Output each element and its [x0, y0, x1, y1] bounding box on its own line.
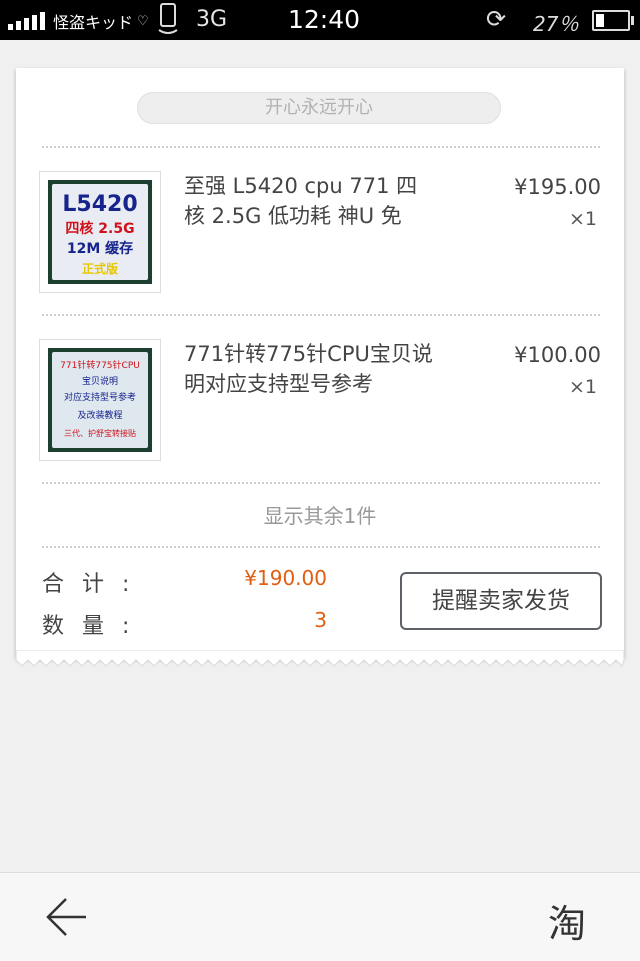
signal-icon — [8, 12, 48, 30]
total-label: 合计: — [42, 572, 148, 597]
arrow-left-icon[interactable] — [44, 895, 90, 939]
thumb-line: 771针转775针CPU — [60, 361, 140, 371]
shop-name[interactable]: 开心永远开心 — [137, 92, 501, 124]
item-title[interactable]: 771针转775针CPU宝贝说明对应支持型号参考 — [184, 339, 434, 399]
order-item[interactable]: 771针转775针CPU 宝贝说明 对应支持型号参考 及改装教程 三代、护舒宝转… — [16, 339, 624, 499]
count-label: 数量: — [42, 614, 148, 639]
item-price: ¥100.00 — [514, 343, 601, 367]
count-value: 3 — [314, 608, 327, 632]
carrier-name: 怪盗キッド — [53, 13, 134, 32]
clock: 12:40 — [288, 5, 361, 34]
thumb-line: 对应支持型号参考 — [63, 393, 136, 403]
item-price: ¥195.00 — [514, 175, 601, 199]
thumb-line: 12M 缓存 — [66, 241, 134, 257]
battery-percent: 27％ — [533, 12, 579, 36]
thumb-line: 三代、护舒宝转接贴 — [64, 429, 136, 438]
divider — [42, 146, 600, 148]
item-title[interactable]: 至强 L5420 cpu 771 四核 2.5G 低功耗 神U 免 — [184, 171, 434, 231]
thumb-line: 正式版 — [81, 262, 118, 276]
thumb-line: 及改装教程 — [77, 411, 123, 421]
order-item[interactable]: L5420 四核 2.5G 12M 缓存 正式版 至强 L5420 cpu 77… — [16, 171, 624, 331]
bottom-bar: 淘 — [0, 872, 640, 961]
product-thumbnail[interactable]: L5420 四核 2.5G 12M 缓存 正式版 — [39, 171, 161, 293]
network-type: 3G — [196, 7, 228, 32]
phone-icon — [155, 2, 181, 41]
product-thumbnail[interactable]: 771针转775针CPU 宝贝说明 对应支持型号参考 及改装教程 三代、护舒宝转… — [39, 339, 161, 461]
thumb-line: L5420 — [62, 192, 138, 217]
item-quantity: ×1 — [568, 376, 597, 398]
remind-seller-button[interactable]: 提醒卖家发货 — [400, 572, 602, 630]
order-card: 开心永远开心 L5420 四核 2.5G 12M 缓存 正式版 至强 L5420… — [16, 68, 624, 658]
taobao-icon[interactable]: 淘 — [548, 893, 586, 948]
heart-icon: ♡ — [137, 14, 149, 29]
divider — [42, 482, 600, 484]
total-value: ¥190.00 — [244, 566, 327, 590]
thumb-line: 四核 2.5G — [65, 221, 135, 237]
item-quantity: ×1 — [568, 208, 597, 230]
thumb-line: 宝贝说明 — [81, 377, 118, 387]
divider — [42, 546, 600, 548]
show-more-link[interactable]: 显示其余1件 — [16, 500, 624, 529]
receipt-tear-edge — [16, 650, 624, 667]
battery-icon — [592, 10, 634, 31]
status-bar: 怪盗キッド ♡ 3G 12:40 ⟳ 27％ — [0, 0, 640, 40]
sync-icon: ⟳ — [486, 5, 507, 33]
divider — [42, 314, 600, 316]
